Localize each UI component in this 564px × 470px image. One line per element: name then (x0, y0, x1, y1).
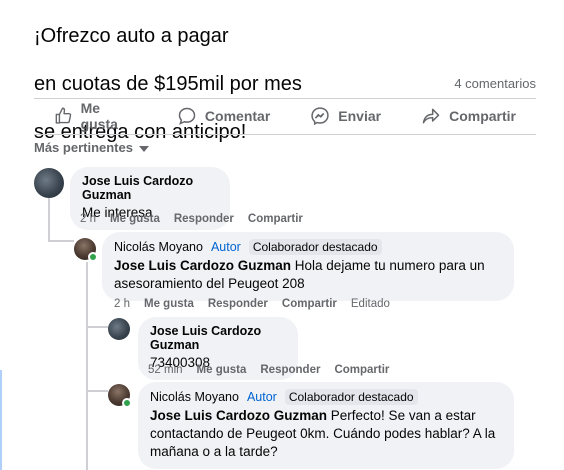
speech-bubble-icon (178, 107, 196, 125)
like-button[interactable]: Me gusta (34, 100, 157, 132)
comment-count[interactable]: 4 comentarios (454, 76, 536, 91)
comment-header: Nicolás Moyano Autor Colaborador destaca… (114, 239, 502, 255)
divider-top (34, 98, 536, 99)
avatar[interactable] (34, 168, 64, 198)
like-label: Me gusta (80, 100, 118, 132)
action-bar: Me gusta Comentar Enviar Compartir (34, 100, 536, 132)
divider-bottom (34, 134, 536, 135)
caret-down-icon (138, 145, 149, 152)
thread-connector-2 (86, 326, 108, 328)
thread-line-1 (48, 198, 50, 240)
avatar[interactable] (108, 318, 130, 340)
comment-author[interactable]: Nicolás Moyano (114, 240, 203, 254)
comment-author[interactable]: Jose Luis Cardozo Guzman (150, 324, 286, 352)
messenger-icon (311, 107, 329, 126)
comment-actions: 2 h Me gusta Responder Compartir Editado (114, 298, 390, 310)
post-line-1: ¡Ofrezco auto a pagar (34, 25, 229, 47)
sort-label: Más pertinentes (34, 140, 133, 155)
comment-like-link[interactable]: Me gusta (110, 213, 160, 225)
thread-connector-1 (48, 240, 74, 242)
send-label: Enviar (338, 108, 382, 124)
comment-text: Jose Luis Cardozo Guzman Hola dejame tu … (114, 257, 502, 293)
thumbs-up-icon (55, 107, 72, 124)
comment-like-link[interactable]: Me gusta (144, 298, 194, 310)
comment-time[interactable]: 2 h (80, 213, 96, 225)
comment-header: Nicolás Moyano Autor Colaborador destaca… (150, 389, 502, 405)
top-contributor-badge: Colaborador destacado (284, 389, 418, 405)
share-label: Compartir (449, 108, 516, 124)
comment-bubble: Nicolás Moyano Autor Colaborador destaca… (138, 382, 514, 469)
comment-share-link[interactable]: Compartir (334, 364, 389, 376)
thread-line-2 (86, 262, 88, 470)
comment-share-link[interactable]: Compartir (248, 213, 303, 225)
comment-bubble: Nicolás Moyano Autor Colaborador destaca… (102, 232, 514, 301)
comment-reply-link[interactable]: Responder (260, 364, 320, 376)
top-contributor-badge: Colaborador destacado (248, 239, 382, 255)
comment-actions: 52 min Me gusta Responder Compartir (148, 364, 389, 376)
comment-author[interactable]: Nicolás Moyano (150, 390, 239, 404)
comment-share-link[interactable]: Compartir (282, 298, 337, 310)
share-arrow-icon (422, 108, 440, 124)
comment-time[interactable]: 2 h (114, 298, 130, 310)
send-button[interactable]: Enviar (290, 106, 401, 126)
author-badge: Autor (246, 390, 277, 404)
comment-author[interactable]: Jose Luis Cardozo Guzman (82, 174, 218, 202)
author-badge: Autor (210, 240, 241, 254)
thread-connector-3 (86, 390, 108, 392)
comment-button[interactable]: Comentar (157, 106, 290, 126)
comment-time[interactable]: 52 min (148, 364, 183, 376)
comment-reply-link[interactable]: Responder (174, 213, 234, 225)
comment-reply-link[interactable]: Responder (208, 298, 268, 310)
comment-text: Jose Luis Cardozo Guzman Perfecto! Se va… (150, 407, 502, 461)
edited-label: Editado (350, 298, 390, 310)
online-status-icon (88, 252, 98, 262)
post-line-2: en cuotas de $195mil por mes (34, 73, 302, 95)
scroll-indicator (0, 370, 2, 470)
comment-like-link[interactable]: Me gusta (197, 364, 247, 376)
online-status-icon (122, 398, 132, 408)
comment-label: Comentar (204, 108, 271, 124)
comment-actions: 2 h Me gusta Responder Compartir (80, 213, 303, 225)
share-button[interactable]: Compartir (401, 106, 536, 126)
mention-link[interactable]: Jose Luis Cardozo Guzman (150, 408, 327, 423)
mention-link[interactable]: Jose Luis Cardozo Guzman (114, 258, 291, 273)
sort-dropdown[interactable]: Más pertinentes (34, 140, 149, 155)
